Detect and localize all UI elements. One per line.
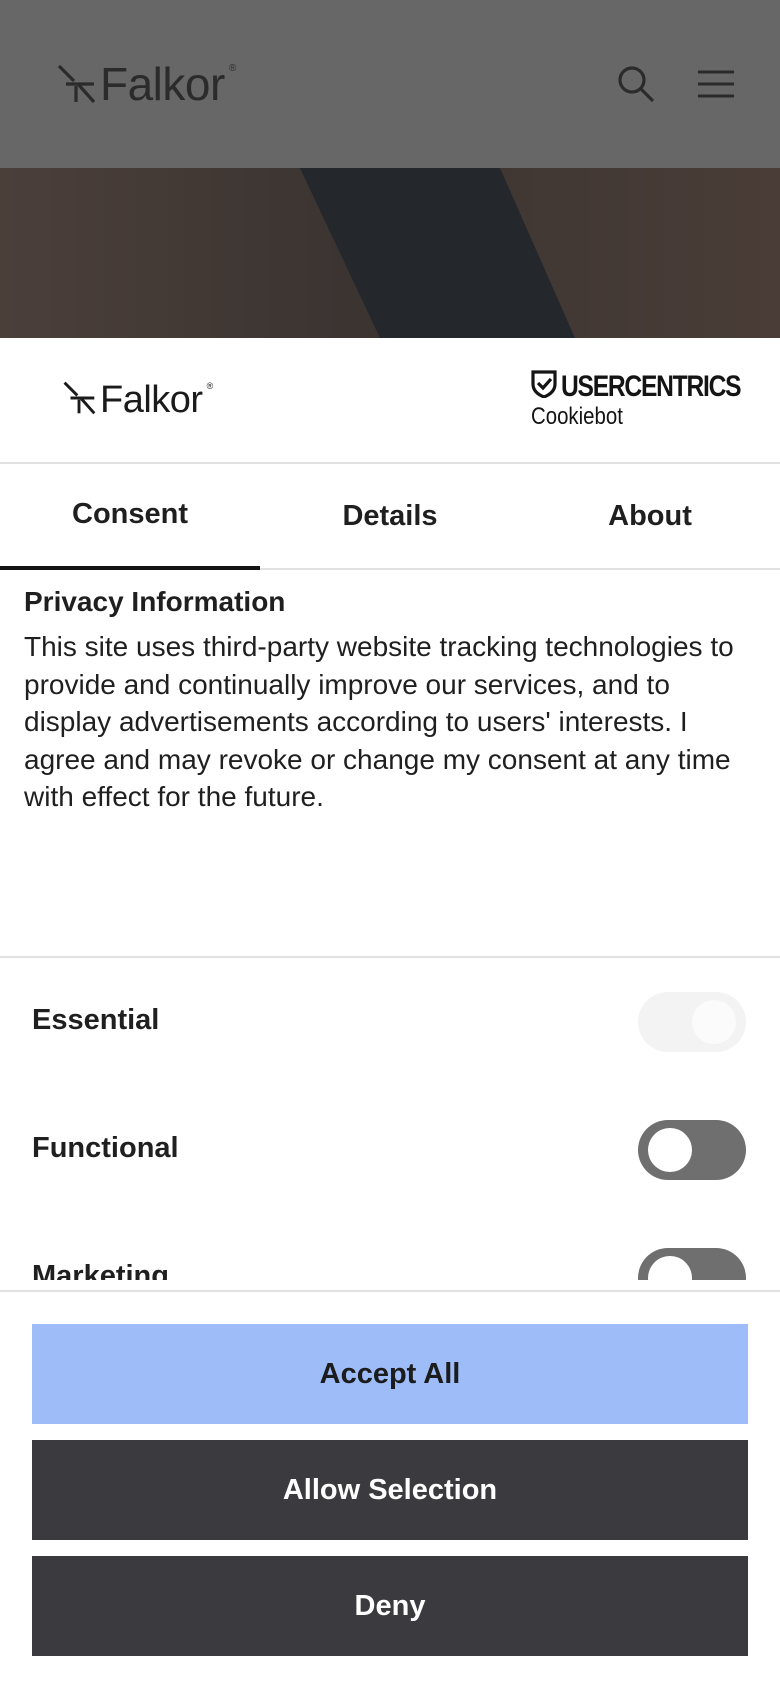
essential-toggle bbox=[638, 992, 746, 1052]
site-logo-text: Falkor bbox=[100, 58, 225, 110]
toggle-knob bbox=[648, 1256, 692, 1280]
category-functional: Functional bbox=[0, 1118, 780, 1182]
marketing-toggle[interactable] bbox=[638, 1248, 746, 1280]
toggle-knob bbox=[648, 1128, 692, 1172]
hero-image bbox=[0, 168, 780, 338]
site-logo[interactable]: Falkor ® bbox=[56, 60, 236, 108]
toggle-knob bbox=[692, 1000, 736, 1044]
provider-name: USERCENTRICS bbox=[561, 369, 742, 403]
falkor-mark-icon bbox=[56, 64, 96, 104]
category-marketing: Marketing bbox=[0, 1246, 780, 1280]
functional-toggle[interactable] bbox=[638, 1120, 746, 1180]
privacy-section: Privacy Information This site uses third… bbox=[24, 586, 754, 816]
tab-consent[interactable]: Consent bbox=[0, 464, 260, 570]
registered-mark: ® bbox=[206, 381, 214, 391]
provider-sub: Cookiebot bbox=[531, 403, 623, 430]
tab-details-label: Details bbox=[342, 499, 438, 532]
category-label: Functional bbox=[32, 1132, 179, 1164]
falkor-mark-icon bbox=[62, 381, 96, 420]
tab-about-label: About bbox=[608, 499, 692, 532]
privacy-text: This site uses third-party website track… bbox=[24, 631, 734, 812]
tab-details[interactable]: Details bbox=[260, 464, 520, 568]
tab-consent-label: Consent bbox=[72, 497, 188, 530]
search-icon[interactable] bbox=[616, 64, 656, 104]
usercentrics-shield-icon bbox=[531, 370, 557, 403]
provider-logo[interactable]: USERCENTRICS Cookiebot bbox=[531, 370, 742, 430]
category-essential: Essential bbox=[0, 990, 780, 1054]
action-buttons: Accept All Allow Selection Deny bbox=[0, 1290, 780, 1690]
brand-logo-text: Falkor bbox=[100, 379, 203, 421]
accept-all-button[interactable]: Accept All bbox=[32, 1324, 748, 1424]
dialog-header: Falkor ® USERCENTRICS Cookiebot bbox=[0, 338, 780, 464]
allow-selection-button[interactable]: Allow Selection bbox=[32, 1440, 748, 1540]
deny-button[interactable]: Deny bbox=[32, 1556, 748, 1656]
site-header: Falkor ® bbox=[0, 0, 780, 168]
privacy-title: Privacy Information bbox=[24, 586, 286, 617]
tab-bar: Consent Details About bbox=[0, 464, 780, 570]
registered-mark: ® bbox=[228, 62, 237, 74]
hamburger-menu-icon[interactable] bbox=[696, 64, 736, 104]
category-label: Essential bbox=[32, 1004, 160, 1036]
cookie-consent-dialog: Falkor ® USERCENTRICS Cookiebot Consent … bbox=[0, 338, 780, 1690]
tab-about[interactable]: About bbox=[520, 464, 780, 568]
consent-categories[interactable]: Essential Functional Marketing bbox=[0, 956, 780, 1280]
brand-logo: Falkor ® bbox=[62, 378, 213, 422]
category-label: Marketing bbox=[32, 1260, 169, 1280]
